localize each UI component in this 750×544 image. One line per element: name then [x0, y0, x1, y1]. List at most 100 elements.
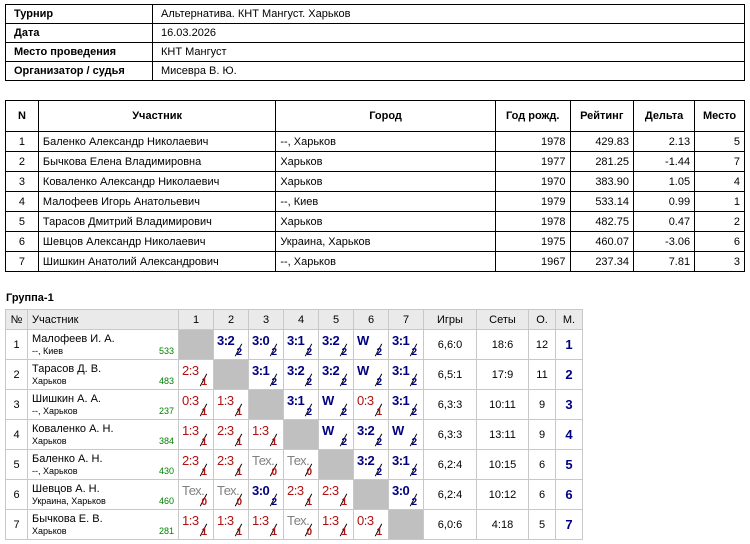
info-row: Дата 16.03.2026 — [5, 23, 745, 43]
participant-city: Харьков — [275, 171, 496, 192]
participant-row: 3 Коваленко Александр Николаевич Харьков 19… — [5, 171, 745, 192]
match-result-cell: 3:2 2 — [353, 449, 389, 480]
match-points: 1 — [341, 527, 347, 538]
info-label: Организатор / судья — [5, 61, 153, 81]
group-sets: 10:11 — [476, 389, 529, 420]
match-result-cell: 0:3 1 — [178, 389, 214, 420]
match-score: 2:3 — [217, 423, 234, 438]
match-result-cell: 3:2 2 — [353, 419, 389, 450]
participant-place: 7 — [694, 151, 745, 172]
match-score: 3:1 — [392, 393, 410, 408]
match-score: Тех. — [287, 453, 310, 468]
group-header: 3 — [248, 309, 284, 330]
match-result-cell: 1:3 1 — [213, 509, 249, 540]
match-result-cell: 2:3 1 — [213, 419, 249, 450]
participant-number: 6 — [5, 231, 39, 252]
match-result-cell: W2 — [388, 419, 424, 450]
match-points: 1 — [376, 527, 382, 538]
participant-birth-year: 1978 — [494, 211, 571, 232]
match-result-cell: 3:1 2 — [388, 359, 424, 390]
info-label: Дата — [5, 23, 153, 43]
group-header: 4 — [283, 309, 319, 330]
info-row: Место проведения КНТ Мангуст — [5, 42, 745, 62]
participants-header: Дельта — [632, 100, 696, 132]
group-points: 6 — [528, 479, 556, 510]
group-results-table: № Участник 1 2 3 4 5 6 7 Игры Сеты О. М. 1 Малофеев И… — [5, 309, 583, 540]
match-points: 1 — [201, 377, 207, 388]
match-points: 1 — [271, 527, 277, 538]
info-value: 16.03.2026 — [152, 23, 745, 43]
group-row: 5 Баленко А. Н. --, Харьков 430 2:3 1 2:3 1 Тех.… — [5, 449, 583, 480]
match-result-cell: 0:3 1 — [353, 389, 389, 420]
match-score: 0:3 — [357, 393, 374, 408]
participant-number: 2 — [5, 151, 39, 172]
match-points: 0 — [201, 497, 207, 508]
group-row: 2 Тарасов Д. В. Харьков 483 2:3 1 3:1 2 3:2 2 3:2 2… — [5, 359, 583, 390]
match-result-cell: 3:2 2 — [213, 329, 249, 360]
participant-name: Баленко Александр Николаевич — [37, 131, 277, 152]
participant-name: Бычкова Елена Владимировна — [37, 151, 277, 172]
info-label: Место проведения — [5, 42, 153, 62]
group-player-name: Шишкин А. А. — [32, 392, 101, 405]
participant-delta: -1.44 — [632, 151, 696, 172]
match-score: 1:3 — [182, 513, 199, 528]
participant-birth-year: 1977 — [494, 151, 571, 172]
match-score: 2:3 — [322, 483, 339, 498]
group-header: 5 — [318, 309, 354, 330]
match-score: 3:1 — [392, 453, 410, 468]
match-score: 2:3 — [182, 363, 199, 378]
match-score: 3:1 — [392, 333, 410, 348]
participants-header: Участник — [37, 100, 277, 132]
participants-header: Рейтинг — [569, 100, 634, 132]
participant-row: 6 Шевцов Александр Николаевич Украина, Хар… — [5, 231, 745, 252]
participant-rating: 533.14 — [569, 191, 634, 212]
match-result-cell: 0:3 1 — [353, 509, 389, 540]
group-games: 6,2:4 — [423, 449, 477, 480]
participant-number: 1 — [5, 131, 39, 152]
group-player-name: Бычкова Е. В. — [32, 512, 103, 525]
match-points: 1 — [201, 407, 207, 418]
info-value: Альтернатива. КНТ Мангуст. Харьков — [152, 4, 745, 24]
match-result-cell: Тех. 0 — [213, 479, 249, 510]
group-sets: 10:15 — [476, 449, 529, 480]
group-player: Бычкова Е. В. Харьков 281 — [27, 509, 179, 540]
group-player-name: Шевцов А. Н. — [32, 482, 100, 495]
group-row: 3 Шишкин А. А. --, Харьков 237 0:3 1 1:3 1 3:1 2 W… — [5, 389, 583, 420]
participant-number: 3 — [5, 171, 39, 192]
group-player-city: --, Харьков — [32, 405, 78, 416]
participant-name: Коваленко Александр Николаевич — [37, 171, 277, 192]
participant-rating: 237.34 — [569, 251, 634, 272]
match-points: 1 — [201, 467, 207, 478]
match-points: 2 — [341, 347, 347, 358]
match-score: Тех. — [182, 483, 205, 498]
participants-header: N — [5, 100, 39, 132]
match-result-cell: 2:3 1 — [283, 479, 319, 510]
match-points: 1 — [376, 407, 382, 418]
group-row-number: 7 — [5, 509, 28, 540]
group-player: Коваленко А. Н. Харьков 384 — [27, 419, 179, 450]
match-result-cell: W2 — [318, 389, 354, 420]
match-points: 2 — [376, 437, 382, 448]
group-points: 9 — [528, 419, 556, 450]
group-player-city: Харьков — [32, 435, 67, 446]
match-result-cell: 1:3 1 — [248, 419, 284, 450]
group-player-city: Украина, Харьков — [32, 495, 106, 506]
participant-place: 5 — [694, 131, 745, 152]
group-points: 5 — [528, 509, 556, 540]
match-points: 2 — [411, 467, 417, 478]
match-points: 2 — [236, 347, 242, 358]
match-score: Тех. — [252, 453, 275, 468]
match-points: 0 — [306, 527, 312, 538]
group-games: 6,3:3 — [423, 389, 477, 420]
participant-number: 7 — [5, 251, 39, 272]
participant-city: --, Киев — [275, 191, 496, 212]
match-points: 1 — [271, 437, 277, 448]
group-player-rating: 483 — [158, 376, 174, 386]
group-games: 6,5:1 — [423, 359, 477, 390]
group-games: 6,0:6 — [423, 509, 477, 540]
diagonal-cell — [248, 389, 284, 420]
match-result-cell: 3:2 2 — [283, 359, 319, 390]
match-result-cell: 2:3 1 — [178, 359, 214, 390]
group-games: 6,6:0 — [423, 329, 477, 360]
match-result-cell: Тех. 0 — [248, 449, 284, 480]
